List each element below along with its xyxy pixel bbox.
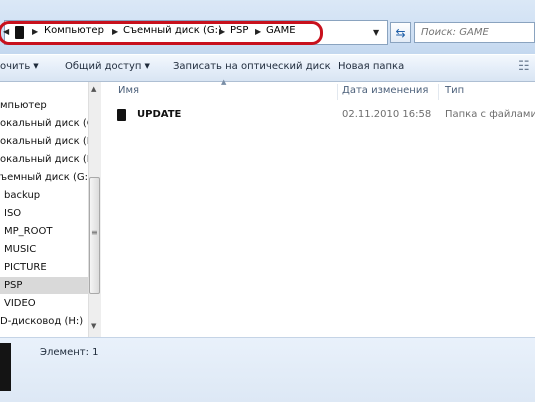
chevron-right-icon[interactable]: ▶ xyxy=(255,27,261,36)
nav-item-video[interactable]: VIDEO xyxy=(0,295,88,312)
scroll-down-arrow-icon[interactable]: ▼ xyxy=(91,322,96,330)
column-divider[interactable] xyxy=(337,84,338,100)
organize-button[interactable]: очить ▼ xyxy=(0,61,39,72)
grip-icon: ≡ xyxy=(91,228,98,237)
nav-item-mp-root[interactable]: MP_ROOT xyxy=(0,223,88,240)
nav-item-iso[interactable]: ISO xyxy=(0,205,88,222)
view-options-icon[interactable]: ☷ xyxy=(518,59,530,74)
folder-icon xyxy=(117,109,126,121)
nav-item-local-disk-e[interactable]: окальный диск (E xyxy=(0,151,93,168)
scroll-up-arrow-icon[interactable]: ▲ xyxy=(91,85,96,93)
refresh-icon: ⇆ xyxy=(395,25,406,40)
search-input[interactable] xyxy=(421,24,531,41)
nav-item-backup[interactable]: backup xyxy=(0,187,88,204)
file-type: Папка с файлами xyxy=(445,109,535,120)
nav-item-music[interactable]: MUSIC xyxy=(0,241,88,258)
chevron-right-icon[interactable]: ▶ xyxy=(32,27,38,36)
nav-item-local-disk-d[interactable]: окальный диск (D xyxy=(0,133,94,150)
breadcrumb-computer[interactable]: Компьютер xyxy=(44,25,104,36)
file-date: 02.11.2010 16:58 xyxy=(342,109,432,120)
breadcrumb-removable-disk[interactable]: Съемный диск (G:) xyxy=(123,25,222,36)
address-field[interactable]: ◀ ▶ Компьютер ▶ Съемный диск (G:) ▶ PSP … xyxy=(3,20,388,45)
chevron-right-icon[interactable]: ▶ xyxy=(219,27,225,36)
nav-item-removable-disk-g[interactable]: ъемный диск (G:) xyxy=(0,169,92,186)
breadcrumb-psp[interactable]: PSP xyxy=(230,25,248,36)
sort-arrow-icon: ▲ xyxy=(221,78,227,86)
nav-scrollbar-thumb[interactable]: ≡ xyxy=(89,177,100,294)
folder-icon xyxy=(0,343,11,391)
command-toolbar: очить ▼ Общий доступ ▼ Записать на оптичес… xyxy=(0,55,535,82)
new-folder-button[interactable]: Новая папка xyxy=(338,61,404,72)
item-count: Элемент: 1 xyxy=(40,347,99,358)
column-divider[interactable] xyxy=(438,84,439,100)
column-header-name[interactable]: Имя xyxy=(118,82,139,100)
share-label: Общий доступ xyxy=(65,61,142,72)
file-name: UPDATE xyxy=(137,109,182,120)
search-box[interactable] xyxy=(414,22,535,43)
burn-button[interactable]: Записать на оптический диск xyxy=(173,61,331,72)
nav-item-dvd-drive-h[interactable]: D-дисковод (H:) xyxy=(0,313,88,330)
back-arrow-icon[interactable]: ◀ xyxy=(3,27,9,36)
column-header-date[interactable]: Дата изменения xyxy=(342,82,428,100)
nav-item-local-disk-c[interactable]: окальный диск (C xyxy=(0,115,94,132)
refresh-button[interactable]: ⇆ xyxy=(390,22,411,43)
chevron-right-icon[interactable]: ▶ xyxy=(112,27,118,36)
file-list: ▲ Имя Дата изменения Тип UPDATE 02.11.20… xyxy=(101,78,535,337)
chevron-down-icon[interactable]: ▼ xyxy=(373,28,379,37)
nav-item-computer[interactable]: мпьютер xyxy=(0,97,88,114)
organize-label: очить xyxy=(0,61,31,72)
nav-item-picture[interactable]: PICTURE xyxy=(0,259,88,276)
column-header-type[interactable]: Тип xyxy=(445,82,464,100)
dropdown-arrow-icon: ▼ xyxy=(33,62,39,70)
share-button[interactable]: Общий доступ ▼ xyxy=(65,61,150,72)
breadcrumb-game[interactable]: GAME xyxy=(266,25,296,36)
dropdown-arrow-icon: ▼ xyxy=(144,62,150,70)
navigation-pane: мпьютер окальный диск (C окальный диск (… xyxy=(0,82,100,337)
table-row[interactable]: UPDATE 02.11.2010 16:58 Папка с файлами xyxy=(113,106,535,124)
details-pane: Элемент: 1 xyxy=(0,337,535,402)
nav-item-psp[interactable]: PSP xyxy=(0,277,88,294)
folder-icon xyxy=(15,26,24,39)
